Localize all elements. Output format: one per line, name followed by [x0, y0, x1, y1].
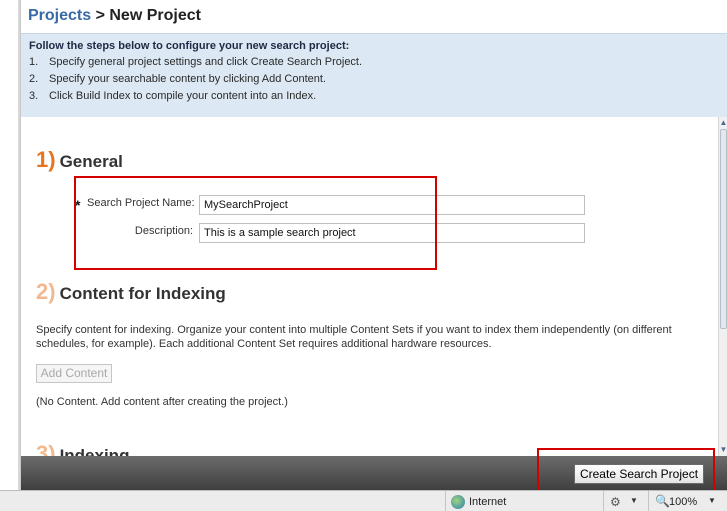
section-content-heading: 2) Content for Indexing [36, 279, 226, 304]
zoom-level[interactable]: 100% [669, 496, 697, 508]
security-zone-label: Internet [469, 496, 507, 508]
scroll-down-arrow-icon[interactable]: ▼ [719, 445, 727, 455]
no-content-note: (No Content. Add content after creating … [36, 396, 288, 408]
content-description: Specify content for indexing. Organize y… [36, 324, 672, 350]
gear-icon[interactable]: ⚙ [610, 495, 621, 509]
highlight-box-general [74, 176, 437, 270]
chevron-down-icon[interactable]: ▼ [630, 496, 638, 505]
add-content-button[interactable]: Add Content [36, 364, 112, 383]
highlight-box-create-button [537, 448, 715, 492]
breadcrumb: Projects > New Project [28, 7, 201, 25]
browser-status-bar: Internet ⚙ ▼ 🔍 100% ▼ [0, 490, 727, 511]
magnifier-icon[interactable]: 🔍 [655, 494, 670, 508]
scroll-up-arrow-icon[interactable]: ▲ [719, 118, 727, 128]
instruction-step: 1. Specify general project settings and c… [29, 56, 363, 68]
breadcrumb-projects-link[interactable]: Projects [28, 7, 91, 24]
breadcrumb-separator: > [91, 7, 110, 24]
instruction-step: 2. Specify your searchable content by cli… [29, 73, 326, 85]
instructions-steps: 1. Specify general project settings and c… [29, 54, 362, 105]
form-scroll-area: 1)General * Search Project Name: Descrip… [21, 117, 718, 456]
page-header: Projects > New Project [21, 0, 727, 33]
instructions-lead: Follow the steps below to configure your… [29, 40, 350, 52]
page-title: New Project [109, 7, 201, 24]
globe-icon [451, 495, 465, 509]
scrollbar-thumb[interactable] [720, 129, 727, 329]
vertical-scrollbar[interactable]: ▲ ▼ [718, 117, 727, 456]
left-frame-edge [0, 0, 21, 490]
instruction-step: 3. Click Build Index to compile your cont… [29, 90, 317, 102]
instructions-panel: Follow the steps below to configure your… [21, 33, 727, 118]
section-indexing-heading: 3) Indexing [36, 441, 130, 456]
zoom-chevron-down-icon[interactable]: ▼ [708, 496, 716, 505]
section-general-heading: 1) General [36, 147, 123, 172]
